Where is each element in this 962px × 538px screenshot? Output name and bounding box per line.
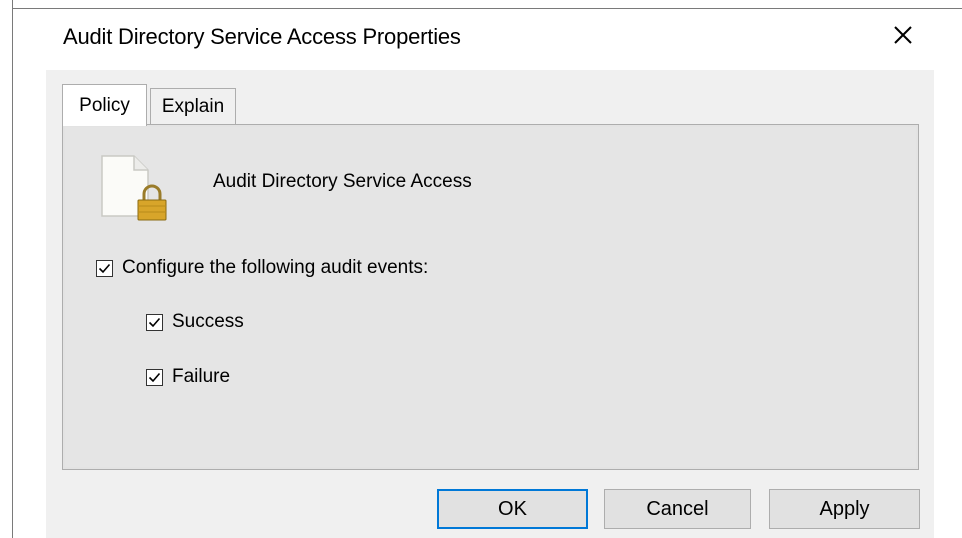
cancel-button[interactable]: Cancel	[604, 489, 751, 529]
success-row[interactable]: Success	[146, 311, 244, 333]
policy-panel-inner	[65, 127, 916, 467]
document-lock-icon	[98, 152, 168, 227]
dialog-title: Audit Directory Service Access Propertie…	[63, 24, 461, 49]
close-icon	[894, 26, 912, 44]
configure-audit-checkbox[interactable]	[96, 259, 113, 277]
window-border-left	[12, 0, 13, 538]
policy-tab-panel	[62, 124, 919, 470]
failure-checkbox[interactable]	[146, 368, 163, 386]
policy-name: Audit Directory Service Access	[213, 171, 472, 192]
success-checkbox[interactable]	[146, 313, 163, 331]
checkmark-icon	[148, 372, 161, 382]
failure-row[interactable]: Failure	[146, 366, 230, 388]
ok-button[interactable]: OK	[437, 489, 588, 529]
checkmark-icon	[98, 263, 111, 273]
configure-audit-row[interactable]: Configure the following audit events:	[96, 257, 428, 279]
failure-label: Failure	[172, 366, 231, 387]
properties-dialog: Audit Directory Service Access Propertie…	[0, 0, 962, 538]
tab-explain-label: Explain	[161, 95, 225, 117]
apply-button[interactable]: Apply	[769, 489, 920, 529]
checkmark-icon	[148, 317, 161, 327]
success-label: Success	[172, 311, 244, 332]
close-button[interactable]	[888, 20, 918, 50]
window-border-top	[12, 8, 962, 9]
tab-policy[interactable]: Policy	[62, 84, 147, 126]
tab-explain[interactable]: Explain	[150, 88, 236, 124]
configure-audit-label: Configure the following audit events:	[122, 257, 429, 278]
tab-policy-label: Policy	[79, 94, 130, 116]
